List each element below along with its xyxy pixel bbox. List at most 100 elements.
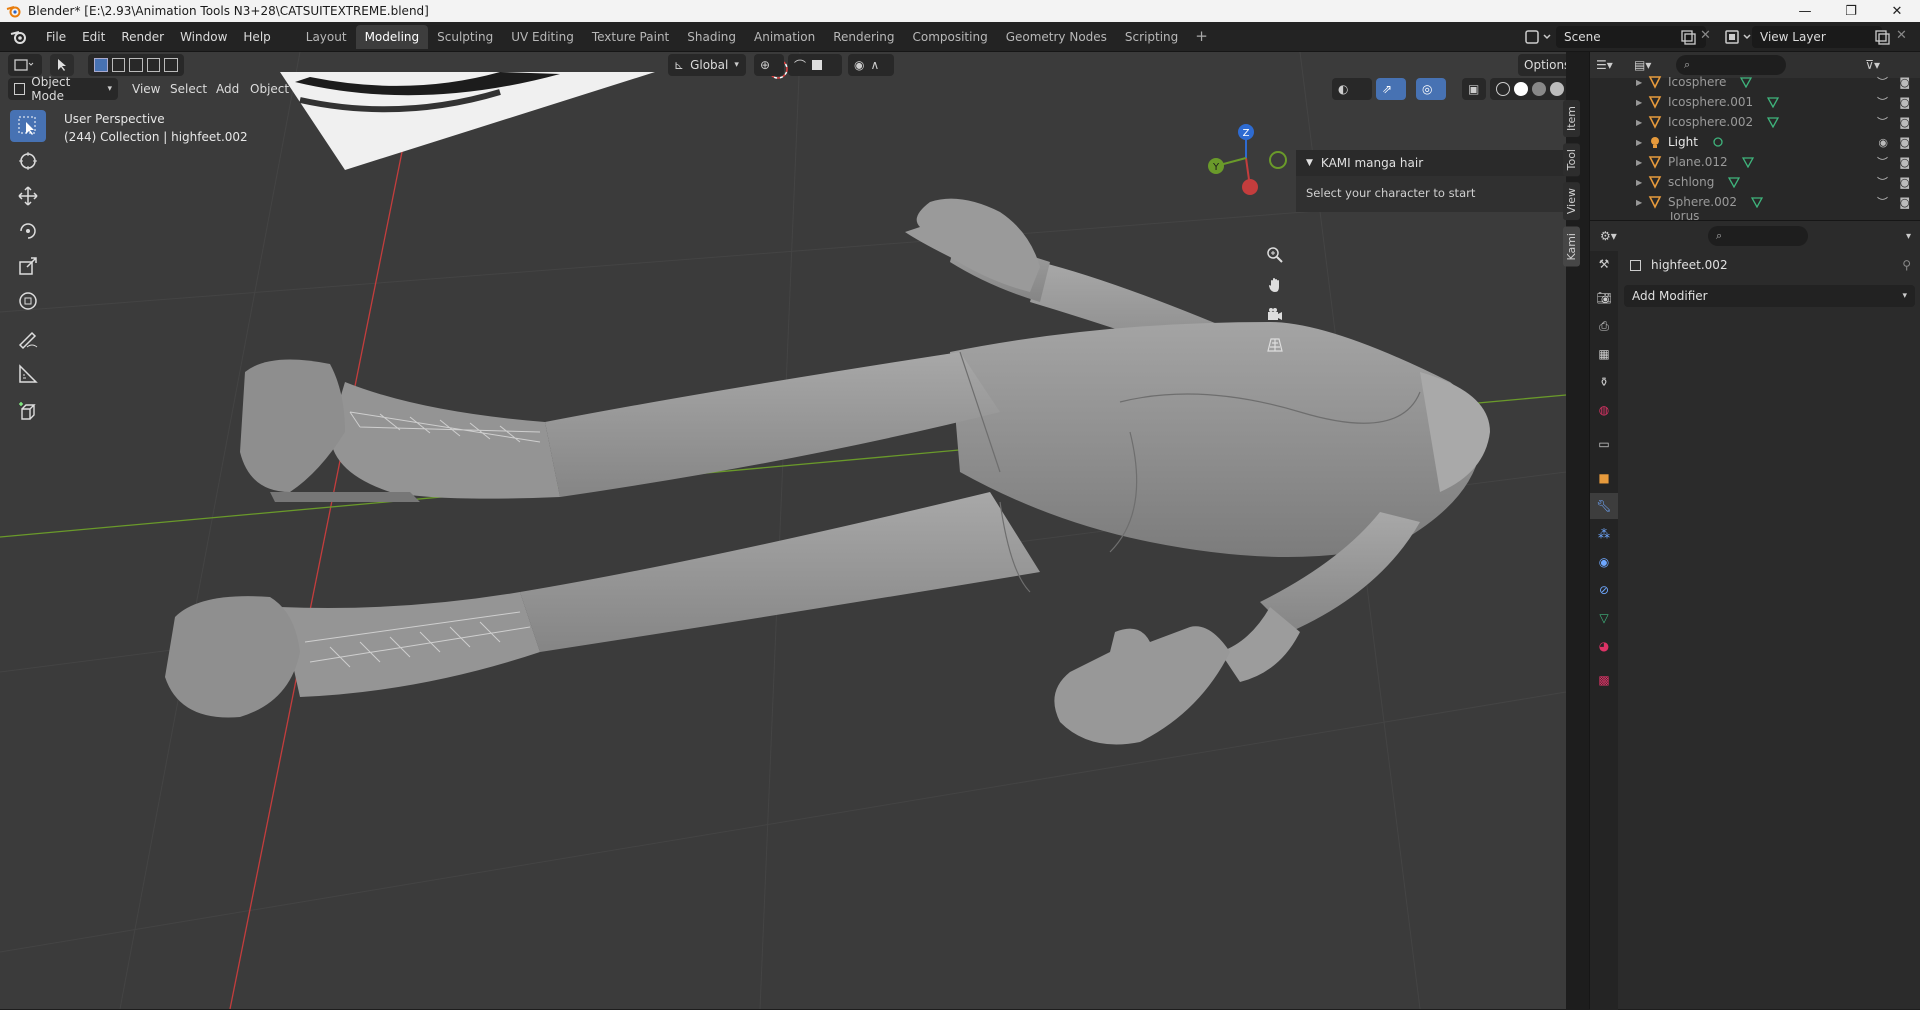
render-camera-icon[interactable]: ◙ <box>1899 196 1910 209</box>
outliner-row-plane-012[interactable]: ▶ Plane.012 ︶ ◙ <box>1590 152 1920 172</box>
menu-view[interactable]: View <box>132 78 160 100</box>
transform-orientation-dropdown[interactable]: ⊾ Global ▾ <box>668 54 746 76</box>
scene-tab-icon[interactable]: ⚱ <box>1590 369 1618 395</box>
select-tool-toggle[interactable] <box>50 54 74 76</box>
tab-view[interactable]: View <box>1563 182 1580 221</box>
new-scene-icon[interactable] <box>1680 29 1696 45</box>
outliner-row-light[interactable]: ▶ Light ◉ ◙ <box>1590 132 1920 152</box>
tab-item[interactable]: Item <box>1563 100 1580 138</box>
blender-menu-icon[interactable] <box>8 26 30 48</box>
tab-animation[interactable]: Animation <box>745 25 824 49</box>
render-camera-icon[interactable]: ◙ <box>1899 156 1910 169</box>
snap-toggle-group[interactable]: ⌒ <box>788 54 842 76</box>
tab-geometry-nodes[interactable]: Geometry Nodes <box>997 25 1116 49</box>
overlays-toggle[interactable]: ◎ <box>1416 78 1446 100</box>
scale-tool[interactable] <box>10 250 46 282</box>
falloff-icon[interactable]: ∧ <box>870 58 879 72</box>
snap-target-icon[interactable] <box>812 60 823 70</box>
tab-tool[interactable]: Tool <box>1563 143 1580 177</box>
render-camera-icon[interactable]: ◙ <box>1899 176 1910 189</box>
transform-tool[interactable] <box>10 285 46 317</box>
chevron-down-icon[interactable]: ▾ <box>1906 231 1911 242</box>
collection-tab-icon[interactable]: ▭ <box>1590 431 1618 457</box>
maximize-button[interactable]: ❐ <box>1828 0 1874 22</box>
camera-view-icon[interactable] <box>1262 302 1288 328</box>
selection-mode-group[interactable] <box>88 54 184 76</box>
wireframe-shading-icon[interactable] <box>1496 82 1510 96</box>
proportional-edit-group[interactable]: ◉ ∧ <box>848 54 894 76</box>
view-layer-selector-icon[interactable] <box>1724 28 1754 46</box>
render-tab-icon[interactable]: 📷︎ <box>1590 285 1618 311</box>
expand-arrow-icon[interactable]: ▶ <box>1636 138 1642 147</box>
material-shading-icon[interactable] <box>1532 82 1546 96</box>
select-subtract-icon[interactable] <box>129 58 143 72</box>
physics-tab-icon[interactable]: ◉ <box>1590 549 1618 575</box>
measure-tool[interactable] <box>10 358 46 390</box>
menu-window[interactable]: Window <box>172 27 235 47</box>
menu-edit[interactable]: Edit <box>74 27 113 47</box>
display-mode-icon[interactable]: ▤▾ <box>1634 58 1664 72</box>
delete-scene-icon[interactable]: ✕ <box>1700 28 1711 43</box>
tab-uv-editing[interactable]: UV Editing <box>502 25 583 49</box>
tab-layout[interactable]: Layout <box>297 25 356 49</box>
outliner-editor-icon[interactable]: ☰▾ <box>1596 58 1622 72</box>
expand-arrow-icon[interactable]: ▶ <box>1636 78 1642 87</box>
tab-shading[interactable]: Shading <box>678 25 745 49</box>
expand-arrow-icon[interactable]: ▶ <box>1636 198 1642 207</box>
expand-arrow-icon[interactable]: ▶ <box>1636 98 1642 107</box>
render-camera-icon[interactable]: ◙ <box>1899 116 1910 129</box>
menu-add[interactable]: Add <box>216 78 239 100</box>
xray-toggle[interactable]: ▣ <box>1462 78 1486 100</box>
pin-icon[interactable]: ⚲ <box>1902 258 1911 272</box>
annotate-tool[interactable] <box>10 323 46 355</box>
add-workspace-button[interactable]: + <box>1187 25 1216 49</box>
outliner-row-schlong[interactable]: ▶ schlong ︶ ◙ <box>1590 172 1920 192</box>
kami-panel-header[interactable]: ▼ KAMI manga hair <box>1296 150 1566 176</box>
expand-arrow-icon[interactable]: ▶ <box>1636 158 1642 167</box>
outliner-row-icosphere-002[interactable]: ▶ Icosphere.002 ︶ ◙ <box>1590 112 1920 132</box>
options-dropdown[interactable]: Options ▾ <box>1518 54 1566 76</box>
material-tab-icon[interactable]: ◕ <box>1590 633 1618 659</box>
move-tool[interactable] <box>10 180 46 212</box>
solid-shading-icon[interactable] <box>1514 82 1528 96</box>
menu-object[interactable]: Object <box>250 78 289 100</box>
3d-viewport[interactable]: Object Mode ▾ View Select Add Object ⊾ G… <box>0 52 1566 1009</box>
tab-compositing[interactable]: Compositing <box>903 25 996 49</box>
texture-tab-icon[interactable]: ▩ <box>1590 667 1618 693</box>
select-extend-icon[interactable] <box>111 58 126 72</box>
outliner-row-sphere-002[interactable]: ▶ Sphere.002 ︶ ◙ <box>1590 192 1920 212</box>
visibility-dropdown[interactable]: ◐ <box>1332 78 1372 100</box>
scene-selector-icon[interactable] <box>1524 28 1554 46</box>
snap-icon[interactable]: ⌒ <box>794 57 806 74</box>
tab-rendering[interactable]: Rendering <box>824 25 903 49</box>
properties-editor-icon[interactable]: ⚙▾ <box>1600 229 1630 243</box>
hide-viewport-icon[interactable]: ︶ <box>1877 194 1888 210</box>
pivot-point-dropdown[interactable]: ⊕ <box>754 54 784 76</box>
tab-kami[interactable]: Kami <box>1563 226 1580 267</box>
cursor-tool[interactable] <box>10 145 46 177</box>
outliner-row-icosphere-001[interactable]: ▶ Icosphere.001 ︶ ◙ <box>1590 92 1920 112</box>
output-tab-icon[interactable]: ⎙ <box>1590 313 1618 339</box>
rendered-shading-icon[interactable] <box>1550 82 1564 96</box>
delete-view-layer-icon[interactable]: ✕ <box>1896 28 1907 43</box>
outliner-row-icosphere[interactable]: ▶ Icosphere ︶ ◙ <box>1590 72 1920 92</box>
pan-hand-icon[interactable] <box>1262 272 1288 298</box>
active-object-name[interactable]: highfeet.002 <box>1651 258 1728 272</box>
select-intersect-icon[interactable] <box>164 58 178 72</box>
tool-tab-icon[interactable]: ⚒ <box>1590 251 1618 277</box>
constraints-tab-icon[interactable]: ⊘ <box>1590 577 1618 603</box>
view-layer-field[interactable]: View Layer <box>1752 26 1882 48</box>
navigation-gizmo[interactable]: Z Y <box>1200 112 1300 212</box>
particles-tab-icon[interactable]: ⁂ <box>1590 521 1618 547</box>
select-box-tool[interactable] <box>10 110 46 142</box>
hide-viewport-icon[interactable]: ︶ <box>1877 154 1888 170</box>
menu-select[interactable]: Select <box>170 78 207 100</box>
minimize-button[interactable]: — <box>1782 0 1828 22</box>
select-new-icon[interactable] <box>94 58 108 72</box>
view-layer-tab-icon[interactable]: ▦ <box>1590 341 1618 367</box>
add-modifier-dropdown[interactable]: Add Modifier ▾ <box>1624 285 1915 307</box>
menu-file[interactable]: File <box>38 27 74 47</box>
new-view-layer-icon[interactable] <box>1874 29 1890 45</box>
hide-viewport-icon[interactable]: ︶ <box>1877 94 1888 110</box>
proportional-edit-icon[interactable]: ◉ <box>854 58 864 72</box>
